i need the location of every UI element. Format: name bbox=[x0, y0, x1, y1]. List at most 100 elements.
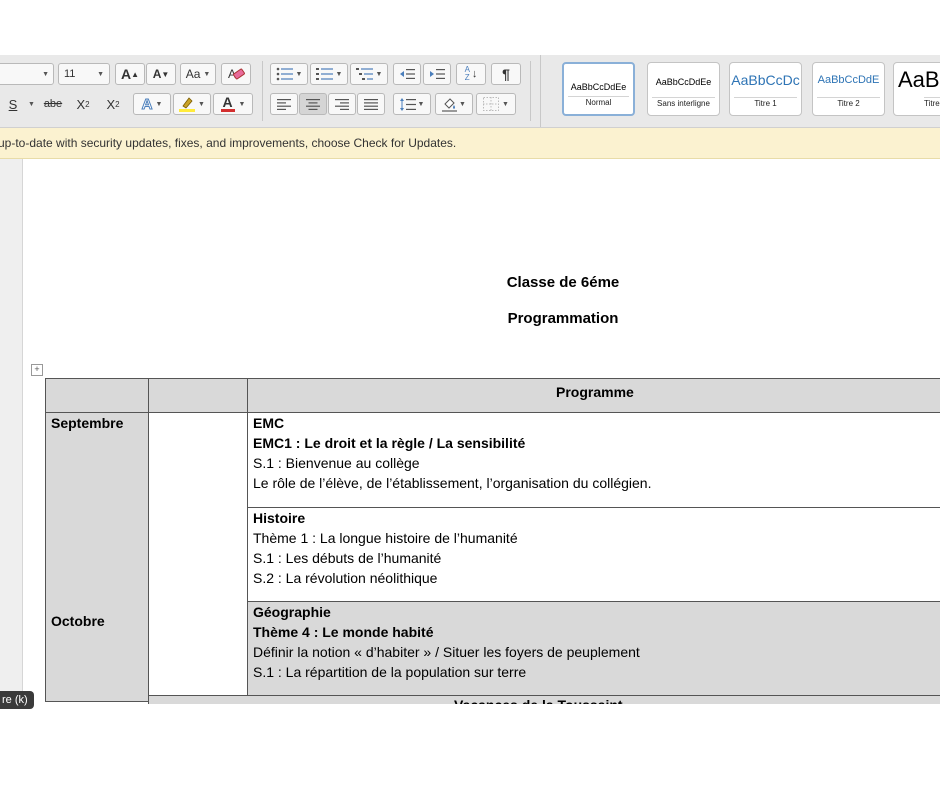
chevron-down-icon: ▼ bbox=[375, 70, 383, 78]
sort-icon: A Z bbox=[464, 65, 470, 82]
sort-button[interactable]: A Z ↓ bbox=[456, 63, 486, 85]
header-cell-programme[interactable]: Programme bbox=[247, 378, 940, 413]
programme-table: Programme Septembre Octobre EMC EMC1 : L… bbox=[45, 378, 940, 704]
chevron-down-icon: ▼ bbox=[42, 70, 49, 78]
style-label: Titre bbox=[924, 97, 940, 111]
style-normal[interactable]: AaBbCcDdEe Normal bbox=[562, 62, 635, 116]
strikethrough-button[interactable]: abe bbox=[38, 93, 68, 115]
align-left-button[interactable] bbox=[270, 93, 298, 115]
font-size-value: 11 bbox=[64, 68, 76, 80]
bullet-list-icon bbox=[276, 67, 293, 81]
arrow-down-icon: ↓ bbox=[471, 68, 478, 80]
grow-font-button[interactable]: A ▲ bbox=[115, 63, 145, 85]
borders-icon bbox=[483, 97, 500, 111]
clear-formatting-button[interactable]: A bbox=[221, 63, 251, 85]
justify-button[interactable] bbox=[357, 93, 385, 115]
decrease-indent-icon bbox=[400, 69, 415, 79]
header-cell-empty[interactable] bbox=[148, 378, 248, 413]
document-subtitle: Programmation bbox=[507, 310, 619, 327]
style-label: Sans interligne bbox=[652, 97, 715, 111]
text-effects-button[interactable]: A ▼ bbox=[133, 93, 171, 115]
chevron-down-icon: ▼ bbox=[459, 100, 466, 108]
style-sample: AaBbCcDdEe bbox=[570, 82, 627, 92]
underline-button[interactable]: S bbox=[0, 93, 26, 115]
style-label: Normal bbox=[568, 96, 629, 110]
chevron-down-icon: ▼ bbox=[203, 70, 211, 78]
header-cell-month[interactable] bbox=[45, 378, 149, 413]
change-case-button[interactable]: Aa ▼ bbox=[180, 63, 216, 85]
increase-indent-button[interactable] bbox=[423, 63, 451, 85]
block-line: EMC bbox=[253, 415, 285, 431]
font-color-icon: A bbox=[222, 94, 233, 110]
month-label-septembre: Septembre bbox=[51, 415, 124, 431]
align-center-button[interactable] bbox=[299, 93, 327, 115]
font-name-dropdown[interactable]: ▼ bbox=[0, 63, 54, 85]
block-line: Définir la notion « d’habiter » / Situer… bbox=[253, 644, 640, 660]
line-spacing-button[interactable]: ▼ bbox=[393, 93, 431, 115]
justify-icon bbox=[364, 98, 378, 110]
show-formatting-button[interactable]: ¶ bbox=[491, 63, 521, 85]
document-page: Classe de 6éme Programmation + Programme… bbox=[23, 159, 940, 704]
superscript-button[interactable]: X2 bbox=[100, 93, 126, 115]
programme-cell-histoire[interactable]: Histoire Thème 1 : La longue histoire de… bbox=[247, 507, 940, 603]
highlight-button[interactable]: ▼ bbox=[173, 93, 211, 115]
header-programme-label: Programme bbox=[556, 384, 634, 400]
block-line: Thème 1 : La longue histoire de l’humani… bbox=[253, 530, 518, 546]
table-move-handle-icon[interactable]: + bbox=[31, 364, 43, 376]
vacation-row-label: Vacances de la Toussaint bbox=[454, 695, 623, 704]
font-color-swatch bbox=[220, 109, 235, 112]
pilcrow-icon: ¶ bbox=[502, 66, 510, 82]
decrease-indent-button[interactable] bbox=[393, 63, 421, 85]
hover-tooltip: re (k) bbox=[0, 691, 34, 709]
chevron-down-icon: ▼ bbox=[502, 100, 509, 108]
style-label: Titre 2 bbox=[817, 97, 880, 111]
chevron-down-icon: ▼ bbox=[238, 100, 246, 108]
align-right-button[interactable] bbox=[328, 93, 356, 115]
shading-button[interactable]: ▼ bbox=[435, 93, 473, 115]
superscript-icon: X bbox=[106, 96, 116, 112]
style-sample: AaBbCcDdE bbox=[817, 74, 880, 86]
style-titre[interactable]: AaB Titre bbox=[893, 62, 940, 116]
chevron-down-icon[interactable]: ▼ bbox=[28, 101, 35, 108]
style-sans-interligne[interactable]: AaBbCcDdEe Sans interligne bbox=[647, 62, 720, 116]
month-label-octobre: Octobre bbox=[51, 613, 105, 629]
update-message-text: up-to-date with security updates, fixes,… bbox=[0, 136, 457, 150]
subscript-icon: X bbox=[76, 96, 86, 112]
shrink-font-button[interactable]: A ▼ bbox=[146, 63, 176, 85]
increase-indent-icon bbox=[430, 69, 445, 79]
vertical-ruler bbox=[0, 159, 23, 704]
text-effects-icon: A bbox=[141, 95, 153, 113]
strikethrough-icon: abe bbox=[43, 98, 63, 110]
eraser-icon: A bbox=[228, 67, 245, 81]
month-cell[interactable]: Septembre Octobre bbox=[45, 412, 149, 702]
chevron-down-icon: ▼ bbox=[295, 70, 303, 78]
chevron-down-icon: ▼ bbox=[155, 100, 163, 108]
chevron-down-icon: ▼ bbox=[335, 70, 343, 78]
document-title: Classe de 6éme bbox=[506, 274, 620, 291]
font-size-dropdown[interactable]: 11 ▼ bbox=[58, 63, 110, 85]
style-titre-1[interactable]: AaBbCcDc Titre 1 bbox=[729, 62, 802, 116]
empty-cell[interactable] bbox=[148, 412, 248, 696]
chevron-down-icon: ▼ bbox=[97, 70, 104, 78]
block-line: S.1 : La répartition de la population su… bbox=[253, 664, 527, 680]
subscript-button[interactable]: X2 bbox=[70, 93, 96, 115]
numbering-button[interactable]: ▼ bbox=[310, 63, 348, 85]
block-line: Géographie bbox=[253, 604, 331, 620]
block-line: S.1 : Les débuts de l’humanité bbox=[253, 550, 442, 566]
style-sample: AaBbCcDdEe bbox=[655, 77, 712, 87]
font-color-button[interactable]: A ▼ bbox=[213, 93, 253, 115]
change-case-icon: Aa bbox=[185, 67, 201, 81]
bullets-button[interactable]: ▼ bbox=[270, 63, 308, 85]
align-center-icon bbox=[306, 98, 320, 110]
programme-cell-emc[interactable]: EMC EMC1 : Le droit et la règle / La sen… bbox=[247, 412, 940, 508]
style-titre-2[interactable]: AaBbCcDdE Titre 2 bbox=[812, 62, 885, 116]
block-line: Thème 4 : Le monde habité bbox=[253, 624, 434, 640]
underline-icon: S bbox=[8, 96, 18, 112]
borders-button[interactable]: ▼ bbox=[476, 93, 516, 115]
vacation-row-cell[interactable]: Vacances de la Toussaint bbox=[148, 695, 940, 704]
paint-bucket-icon bbox=[442, 97, 458, 112]
multilevel-list-button[interactable]: ▼ bbox=[350, 63, 388, 85]
numbered-list-icon bbox=[315, 68, 333, 80]
style-sample: AaBbCcDc bbox=[731, 72, 800, 88]
programme-cell-geographie[interactable]: Géographie Thème 4 : Le monde habité Déf… bbox=[247, 601, 940, 697]
